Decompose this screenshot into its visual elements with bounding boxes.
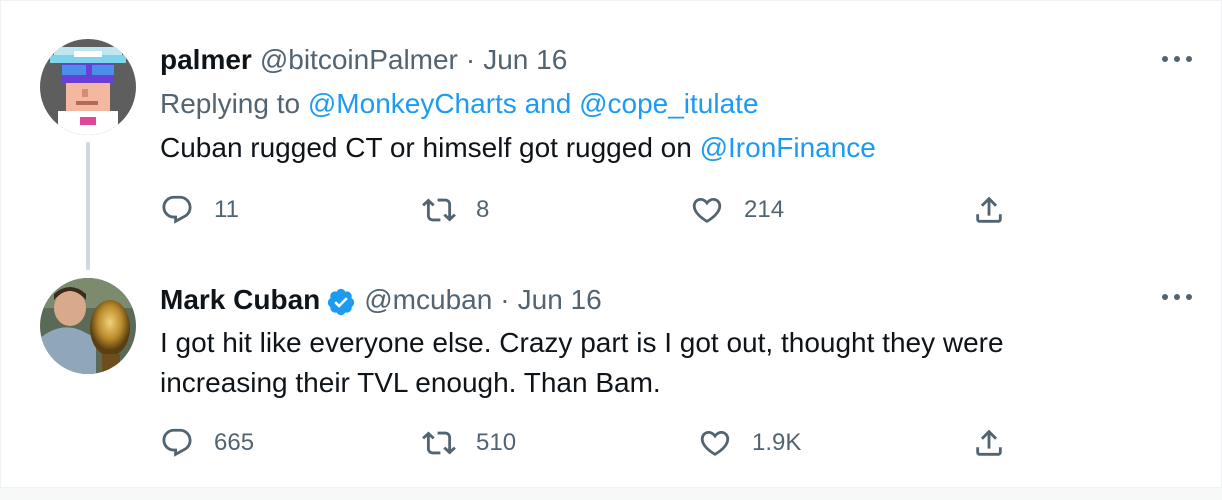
profile-photo: [40, 278, 136, 374]
replying-to-label: Replying to: [160, 88, 301, 119]
more-icon-dot: [1186, 56, 1192, 62]
like-button[interactable]: 1.9K: [698, 423, 801, 463]
reply-count: 665: [214, 429, 255, 456]
reply-count: 11: [214, 196, 239, 223]
retweet-icon: [422, 198, 456, 222]
tweet-header: palmer @bitcoinPalmer · Jun 16: [160, 40, 1182, 80]
tweet-text-main: Cuban rugged CT or himself got rugged on: [160, 132, 692, 163]
avatar[interactable]: [40, 39, 136, 135]
more-icon-dot: [1162, 294, 1168, 300]
pixel-avatar-image: [40, 39, 136, 135]
reply-icon: [162, 195, 192, 224]
avatar[interactable]: [40, 278, 136, 374]
more-options-button[interactable]: [1162, 285, 1192, 309]
more-icon-dot: [1174, 56, 1180, 62]
mention-link[interactable]: @cope_itulate: [579, 88, 758, 119]
tweet-text: Cuban rugged CT or himself got rugged on…: [160, 128, 1182, 168]
more-icon-dot: [1174, 294, 1180, 300]
like-count: 214: [744, 196, 785, 223]
like-count: 1.9K: [752, 429, 802, 456]
more-icon-dot: [1162, 56, 1168, 62]
tweet-content: palmer @bitcoinPalmer · Jun 16 Replying …: [160, 40, 1182, 168]
reply-button[interactable]: 11: [160, 190, 239, 230]
tweet-actions: 665 510 1.9K: [160, 423, 1020, 463]
separator: ·: [500, 284, 510, 315]
separator: ·: [465, 44, 476, 75]
retweet-button[interactable]: 8: [422, 190, 489, 230]
display-name[interactable]: palmer: [160, 44, 252, 76]
tweet-content: Mark Cuban @mcuban · Jun 16 I got hit li…: [160, 280, 1182, 403]
tweet-actions: 11 8 214: [160, 190, 1020, 230]
heart-icon: [692, 197, 722, 223]
tweet-text: I got hit like everyone else. Crazy part…: [160, 327, 1004, 398]
heart-icon: [700, 430, 730, 456]
share-button[interactable]: [972, 423, 1006, 463]
replying-and[interactable]: and: [525, 88, 572, 119]
reply-icon: [162, 428, 192, 457]
tweet-mark-cuban[interactable]: Mark Cuban @mcuban · Jun 16 I got hit li…: [0, 265, 1222, 488]
like-button[interactable]: 214: [690, 190, 784, 230]
display-name[interactable]: Mark Cuban: [160, 284, 320, 316]
verified-badge-icon: [328, 288, 355, 316]
more-icon-dot: [1186, 294, 1192, 300]
reply-button[interactable]: 665: [160, 423, 254, 463]
share-button[interactable]: [972, 190, 1006, 230]
user-handle[interactable]: @bitcoinPalmer: [260, 44, 458, 76]
timeline-footer-divider: [0, 487, 1222, 500]
timestamp[interactable]: Jun 16: [518, 284, 602, 316]
user-handle[interactable]: @mcuban: [364, 284, 492, 316]
tweet-header: Mark Cuban @mcuban · Jun 16: [160, 280, 1182, 320]
share-icon: [976, 196, 1002, 223]
timestamp[interactable]: Jun 16: [483, 44, 567, 76]
mention-link[interactable]: @MonkeyCharts: [308, 88, 517, 119]
replying-to: Replying to @MonkeyCharts and @cope_itul…: [160, 84, 1182, 124]
tweet-palmer[interactable]: palmer @bitcoinPalmer · Jun 16 Replying …: [0, 0, 1222, 270]
retweet-count: 8: [476, 196, 490, 223]
share-icon: [976, 429, 1002, 456]
retweet-count: 510: [476, 429, 517, 456]
mention-link[interactable]: @IronFinance: [700, 132, 876, 163]
retweet-icon: [422, 431, 456, 455]
retweet-button[interactable]: 510: [422, 423, 516, 463]
thread-connector: [86, 142, 90, 270]
more-options-button[interactable]: [1162, 47, 1192, 71]
